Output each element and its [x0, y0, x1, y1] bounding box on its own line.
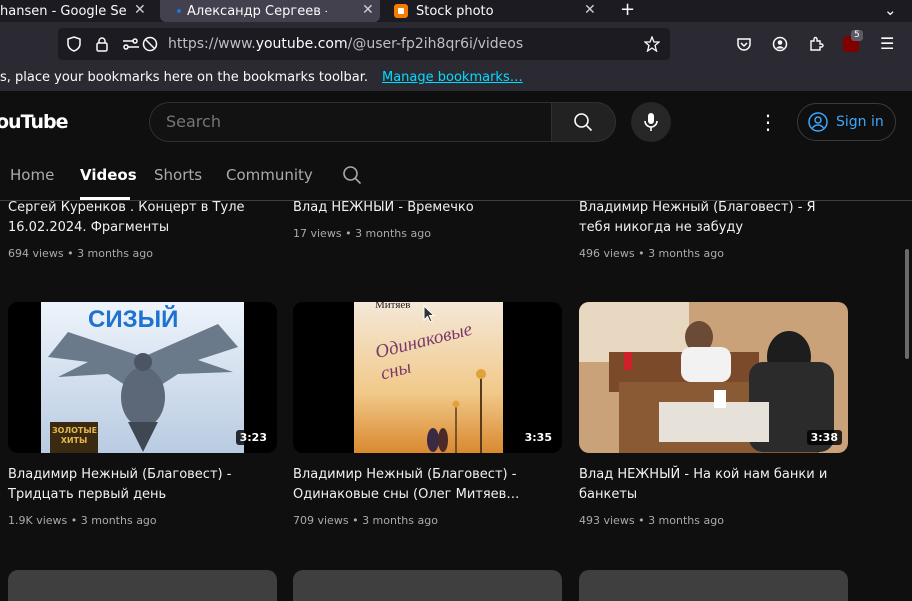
- meta-separator: •: [638, 247, 645, 260]
- address-bar[interactable]: https://www.youtube.com/@user-fp2ih8qr6i…: [58, 28, 670, 60]
- video-metadata: 17 views • 3 months ago: [293, 227, 431, 240]
- view-count: 1.9K views: [8, 514, 68, 527]
- search-button[interactable]: [551, 102, 616, 142]
- video-metadata: 694 views • 3 months ago: [8, 247, 153, 260]
- video-title[interactable]: Владимир Нежный (Благовест) - Я тебя ник…: [579, 201, 819, 238]
- thumbnail-caption: ЗОЛОТЫЕ ХИТЫ: [52, 426, 98, 445]
- browser-tab-google[interactable]: hansen - Google Se ✕: [0, 0, 150, 22]
- tab-home[interactable]: Home: [10, 166, 54, 184]
- thumbnail-placeholder: [579, 570, 848, 601]
- channel-tabs: Home Videos Shorts Community: [0, 153, 912, 201]
- mouse-cursor-icon: [423, 305, 435, 323]
- search-input[interactable]: [166, 112, 536, 131]
- thumbnail-caption: Митяев: [375, 302, 411, 311]
- video-metadata: 1.9K views • 3 months ago: [8, 514, 157, 527]
- meta-separator: •: [638, 514, 645, 527]
- account-circle-icon: [808, 112, 828, 132]
- browser-navigation-bar: https://www.youtube.com/@user-fp2ih8qr6i…: [0, 22, 912, 66]
- video-grid: Сергей Куренков . Концерт в Туле 16.02.2…: [0, 201, 912, 601]
- tab-community[interactable]: Community: [226, 166, 313, 184]
- sign-in-label: Sign in: [836, 114, 884, 130]
- meta-separator: •: [70, 514, 78, 527]
- video-metadata: 496 views • 3 months ago: [579, 247, 724, 260]
- upload-age: 3 months ago: [77, 247, 153, 260]
- upload-age: 3 months ago: [80, 514, 157, 527]
- scrollbar-thumb[interactable]: [905, 249, 909, 359]
- close-icon[interactable]: ✕: [134, 2, 146, 18]
- sign-in-button[interactable]: Sign in: [797, 103, 896, 141]
- duration-badge: 3:23: [235, 430, 271, 445]
- search-icon: [574, 113, 593, 132]
- upload-age: 3 months ago: [648, 247, 724, 260]
- view-count: 709 views: [293, 514, 349, 527]
- page-scrollbar[interactable]: [903, 201, 912, 601]
- bookmarks-toolbar: s, place your bookmarks here on the book…: [0, 66, 912, 91]
- media-indicator-icon: [177, 9, 181, 13]
- meta-separator: •: [352, 514, 359, 527]
- bookmarks-hint-text: s, place your bookmarks here on the book…: [0, 70, 369, 85]
- upload-age: 3 months ago: [648, 514, 724, 527]
- url-prefix: https://www.: [168, 36, 256, 52]
- video-title[interactable]: Сергей Куренков . Концерт в Туле 16.02.2…: [8, 201, 258, 238]
- tab-videos[interactable]: Videos: [80, 166, 137, 184]
- list-all-tabs-icon[interactable]: ⌄: [884, 2, 897, 18]
- url-host: youtube.com: [255, 36, 348, 52]
- meta-separator: •: [67, 247, 74, 260]
- view-count: 493 views: [579, 514, 635, 527]
- permissions-icon[interactable]: [122, 36, 140, 52]
- view-count: 694 views: [8, 247, 64, 260]
- manage-bookmarks-link[interactable]: Manage bookmarks…: [382, 70, 523, 85]
- more-options-icon[interactable]: ⋮: [758, 110, 778, 134]
- blogger-favicon-icon: [394, 4, 408, 18]
- upload-age: 3 months ago: [355, 227, 431, 240]
- url-path: /@user-fp2ih8qr6i/videos: [347, 36, 524, 52]
- video-thumbnail[interactable]: СИЗЫЙ ЗОЛОТЫЕ ХИТЫ 3:23: [8, 302, 277, 453]
- youtube-header: ouTube ⋮ Sign in: [0, 91, 912, 153]
- thumbnail-caption: СИЗЫЙ: [88, 306, 179, 333]
- thumbnail-placeholder: [293, 570, 562, 601]
- youtube-logo[interactable]: ouTube: [0, 111, 68, 133]
- view-count: 17 views: [293, 227, 342, 240]
- autoplay-blocked-icon[interactable]: [142, 36, 158, 52]
- lock-icon[interactable]: [95, 36, 109, 52]
- tab-shorts[interactable]: Shorts: [154, 166, 202, 184]
- browser-tab-bar: hansen - Google Se ✕ Александр Сергеев -…: [0, 0, 912, 22]
- video-metadata: 493 views • 3 months ago: [579, 514, 724, 527]
- video-title[interactable]: Владимир Нежный (Благовест) - Тридцать п…: [8, 465, 258, 505]
- active-tab-indicator: [80, 197, 130, 200]
- new-tab-icon[interactable]: +: [620, 1, 635, 19]
- video-metadata: 709 views • 3 months ago: [293, 514, 438, 527]
- channel-search-icon[interactable]: [342, 165, 362, 185]
- url-text[interactable]: https://www.youtube.com/@user-fp2ih8qr6i…: [168, 36, 523, 52]
- browser-tab-youtube[interactable]: Александр Сергеев - Yo ✕: [160, 0, 380, 22]
- browser-tab-stock-photo[interactable]: Stock photo ✕: [394, 0, 604, 22]
- video-thumbnail[interactable]: Митяев Одинаковые сны 3:35: [293, 302, 562, 453]
- extension-badge: 5: [851, 30, 863, 41]
- duration-badge: 3:38: [806, 430, 842, 445]
- meta-separator: •: [345, 227, 352, 240]
- bookmark-star-icon[interactable]: [644, 36, 660, 52]
- pocket-icon[interactable]: [736, 36, 752, 52]
- video-thumbnail[interactable]: 3:38: [579, 302, 848, 453]
- upload-age: 3 months ago: [362, 514, 438, 527]
- tab-title: hansen - Google Se: [0, 3, 127, 19]
- menu-icon[interactable]: ☰: [880, 36, 894, 52]
- extensions-icon[interactable]: [808, 36, 824, 52]
- close-icon[interactable]: ✕: [362, 2, 374, 18]
- tab-title: Stock photo: [416, 3, 494, 19]
- voice-search-button[interactable]: [631, 102, 671, 142]
- microphone-icon: [644, 113, 658, 131]
- shield-icon[interactable]: [66, 36, 82, 52]
- thumbnail-placeholder: [8, 570, 277, 601]
- duration-badge: 3:35: [520, 430, 556, 445]
- video-title[interactable]: Влад НЕЖНЫЙ - Времечко: [293, 201, 543, 218]
- search-box[interactable]: [149, 102, 552, 142]
- video-title[interactable]: Владимир Нежный (Благовест) - Одинаковые…: [293, 465, 543, 505]
- account-icon[interactable]: [772, 36, 788, 52]
- close-icon[interactable]: ✕: [584, 2, 596, 18]
- video-title[interactable]: Влад НЕЖНЫЙ - На кой нам банки и банкеты: [579, 465, 839, 505]
- tab-title: Александр Сергеев - Yo: [187, 3, 327, 19]
- view-count: 496 views: [579, 247, 635, 260]
